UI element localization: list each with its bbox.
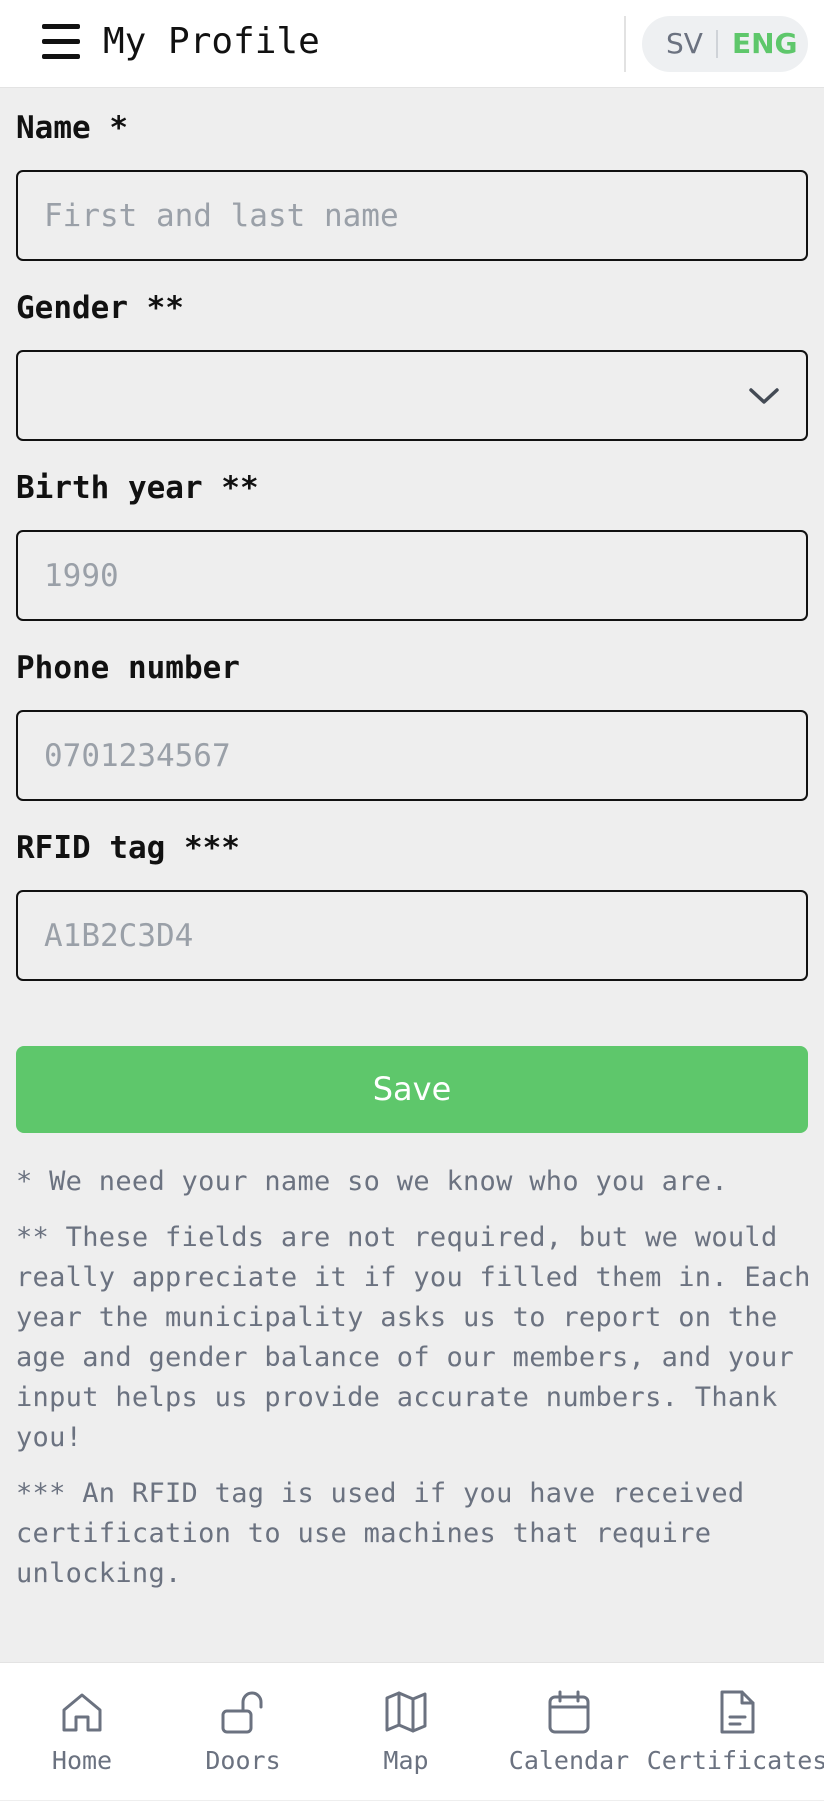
phone-label: Phone number	[16, 650, 240, 686]
hamburger-menu-icon[interactable]	[42, 24, 80, 60]
nav-label-home: Home	[51, 1746, 113, 1775]
language-toggle: SV ENG	[642, 16, 808, 72]
gender-select[interactable]	[16, 350, 808, 441]
header-divider	[624, 16, 626, 72]
chevron-down-icon	[749, 388, 779, 404]
nav-item-doors[interactable]: Doors	[161, 1663, 325, 1801]
name-input[interactable]	[18, 172, 806, 259]
nav-item-calendar[interactable]: Calendar	[487, 1663, 651, 1801]
note-rfid: *** An RFID tag is used if you have rece…	[16, 1478, 745, 1589]
save-button[interactable]: Save	[16, 1046, 808, 1133]
page-title: My Profile	[103, 21, 320, 62]
note-optional-fields: ** These fields are not required, but we…	[16, 1222, 811, 1453]
home-icon	[62, 1693, 102, 1732]
nav-label-map: Map	[383, 1746, 429, 1775]
nav-item-certificates[interactable]: Certificates	[647, 1663, 824, 1801]
phone-field-box	[16, 710, 808, 801]
birth-year-input[interactable]	[18, 532, 806, 619]
calendar-icon	[548, 1690, 590, 1734]
birth-year-label: Birth year **	[16, 470, 259, 506]
map-icon	[385, 1691, 427, 1733]
unlocked-padlock-icon	[221, 1691, 263, 1734]
nav-item-map[interactable]: Map	[324, 1663, 488, 1801]
app-header: My Profile SV ENG	[0, 0, 824, 88]
birth-year-field-box	[16, 530, 808, 621]
nav-label-certificates: Certificates	[646, 1746, 824, 1775]
language-separator	[716, 30, 718, 58]
language-sv-button[interactable]: SV	[666, 16, 703, 72]
name-label: Name *	[16, 110, 128, 146]
rfid-field-box	[16, 890, 808, 981]
language-eng-button[interactable]: ENG	[732, 16, 798, 72]
nav-item-home[interactable]: Home	[0, 1663, 164, 1801]
note-name-required: * We need your name so we know who you a…	[16, 1166, 728, 1197]
name-field-box	[16, 170, 808, 261]
form-notes: * We need your name so we know who you a…	[16, 1162, 816, 1610]
document-icon	[720, 1690, 755, 1734]
gender-label: Gender **	[16, 290, 184, 326]
phone-input[interactable]	[18, 712, 806, 799]
nav-label-doors: Doors	[205, 1746, 281, 1775]
bottom-navigation: Home Doors Map Calendar Certificates	[0, 1662, 824, 1800]
rfid-label: RFID tag ***	[16, 830, 240, 866]
nav-label-calendar: Calendar	[508, 1746, 630, 1775]
rfid-input[interactable]	[18, 892, 806, 979]
